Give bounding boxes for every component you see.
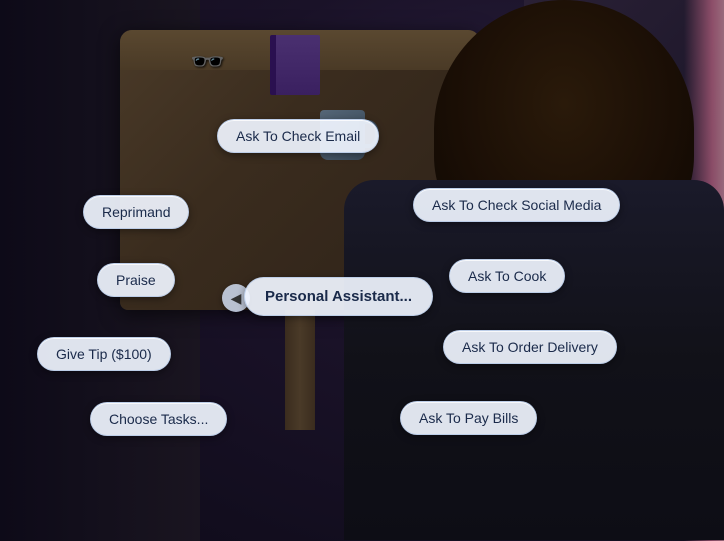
- give-tip-button[interactable]: Give Tip ($100): [37, 337, 171, 371]
- reprimand-button[interactable]: Reprimand: [83, 195, 189, 229]
- ask-to-pay-bills-button[interactable]: Ask To Pay Bills: [400, 401, 537, 435]
- sunglasses: 🕶️: [190, 45, 225, 78]
- ask-to-cook-button[interactable]: Ask To Cook: [449, 259, 565, 293]
- choose-tasks-button[interactable]: Choose Tasks...: [90, 402, 227, 436]
- ask-check-social-media-button[interactable]: Ask To Check Social Media: [413, 188, 620, 222]
- ask-to-order-delivery-button[interactable]: Ask To Order Delivery: [443, 330, 617, 364]
- desk-leg: [285, 300, 315, 430]
- personal-assistant-label[interactable]: Personal Assistant...: [244, 277, 433, 316]
- book: [270, 35, 320, 95]
- ask-check-email-button[interactable]: Ask To Check Email: [217, 119, 379, 153]
- praise-button[interactable]: Praise: [97, 263, 175, 297]
